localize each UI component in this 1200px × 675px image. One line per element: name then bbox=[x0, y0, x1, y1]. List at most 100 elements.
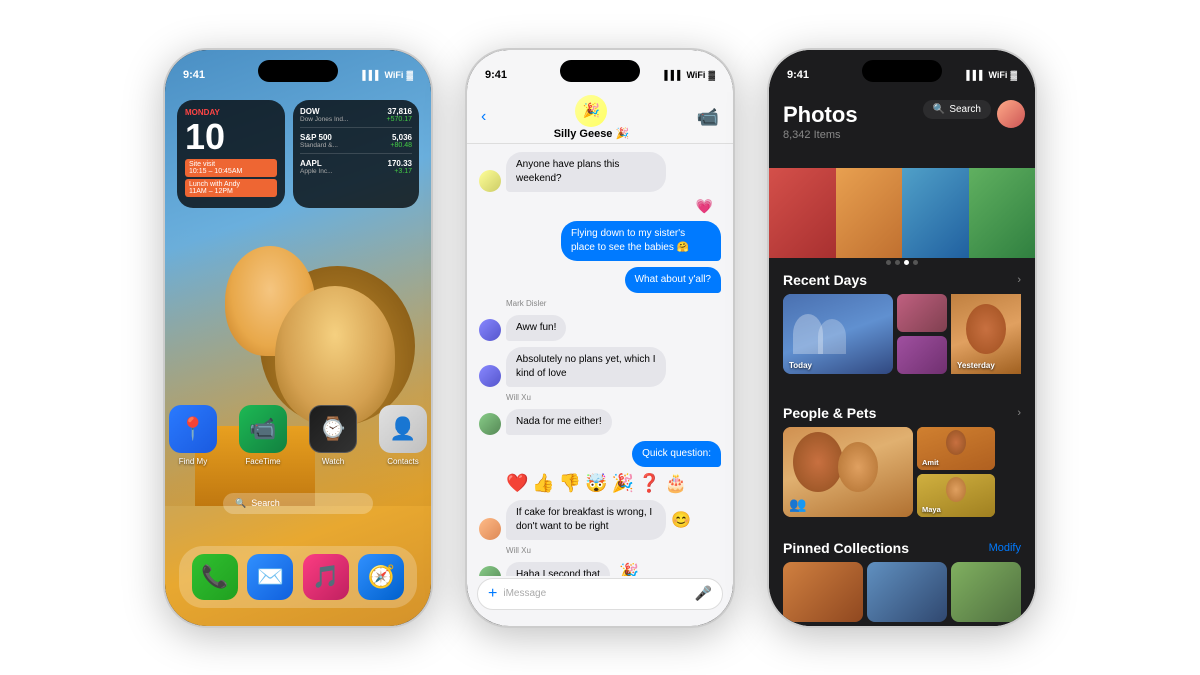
emoji-heart[interactable]: ❤️ bbox=[506, 473, 528, 494]
home-dock: 📞 ✉️ 🎵 🧭 bbox=[179, 546, 417, 608]
photos-search-button[interactable]: 🔍 Search bbox=[923, 100, 991, 119]
dot-1 bbox=[886, 260, 891, 265]
bubble-cake: If cake for breakfast is wrong, I don't … bbox=[506, 500, 666, 540]
message-input-bar[interactable]: + iMessage 🎤 bbox=[477, 578, 723, 610]
emoji-thumbsup[interactable]: 👍 bbox=[532, 473, 554, 494]
calendar-event-2: Lunch with Andy 11AM – 12PM bbox=[185, 179, 277, 197]
person-amit-label: Amit bbox=[922, 458, 939, 467]
wifi-icon: WiFi bbox=[385, 70, 404, 80]
bubble-5: Absolutely no plans yet, which I kind of… bbox=[506, 347, 666, 387]
avatar-1 bbox=[479, 170, 501, 192]
facetime-icon: 📹 bbox=[239, 405, 287, 453]
status-time-messages: 9:41 bbox=[485, 69, 507, 81]
people-pets-arrow[interactable]: › bbox=[1017, 407, 1021, 419]
recent-days-header: Recent Days › bbox=[769, 272, 1035, 288]
app-facetime[interactable]: 📹 FaceTime bbox=[239, 405, 287, 466]
signal-icon: ▌▌▌ bbox=[966, 70, 985, 80]
signal-icon: ▌▌▌ bbox=[362, 70, 381, 80]
group-name: Silly Geese 🎉 bbox=[554, 127, 629, 140]
video-call-button[interactable]: 📹 bbox=[697, 107, 719, 128]
bubble-6: Nada for me either! bbox=[506, 409, 612, 435]
dynamic-island-messages bbox=[560, 60, 640, 82]
recent-days-arrow[interactable]: › bbox=[1017, 274, 1021, 286]
facetime-label: FaceTime bbox=[245, 457, 280, 466]
message-5: Absolutely no plans yet, which I kind of… bbox=[479, 347, 721, 387]
wifi-icon: WiFi bbox=[687, 70, 706, 80]
group-info[interactable]: 🎉 Silly Geese 🎉 bbox=[554, 95, 629, 140]
emoji-question[interactable]: ❓ bbox=[638, 473, 660, 494]
pinned-thumb-1[interactable] bbox=[783, 562, 863, 622]
watch-icon: ⌚ bbox=[309, 405, 357, 453]
search-label: Search bbox=[949, 104, 981, 115]
signal-icon: ▌▌▌ bbox=[664, 70, 683, 80]
person-maya[interactable]: Maya bbox=[917, 474, 995, 517]
bubble-qk: Quick question: bbox=[632, 441, 721, 467]
calendar-event-1: Site visit 10:15 – 10:45AM bbox=[185, 159, 277, 177]
dock-safari[interactable]: 🧭 bbox=[358, 554, 404, 600]
wifi-icon: WiFi bbox=[989, 70, 1008, 80]
microphone-button[interactable]: 🎤 bbox=[695, 585, 712, 602]
pinned-thumb-2[interactable] bbox=[867, 562, 947, 622]
emoji-explode[interactable]: 🤯 bbox=[585, 473, 607, 494]
emoji-party[interactable]: 🎉 bbox=[612, 473, 634, 494]
recent-days-grid: Today Yesterday bbox=[769, 294, 1035, 374]
widget-stocks[interactable]: DOW Dow Jones Ind... 37,816 +570.17 S&P … bbox=[293, 100, 419, 208]
dock-phone[interactable]: 📞 bbox=[192, 554, 238, 600]
back-button[interactable]: ‹ bbox=[481, 108, 486, 126]
widget-calendar[interactable]: MONDAY 10 Site visit 10:15 – 10:45AM Lun… bbox=[177, 100, 285, 208]
dock-mail[interactable]: ✉️ bbox=[247, 554, 293, 600]
emoji-reactions-row: ❤️ 👍 👎 🤯 🎉 ❓ 🎂 bbox=[506, 473, 721, 494]
recent-small-2[interactable] bbox=[897, 336, 947, 374]
message-cake: If cake for breakfast is wrong, I don't … bbox=[479, 500, 721, 540]
dynamic-island-photos bbox=[862, 60, 942, 82]
avatar-will bbox=[479, 413, 501, 435]
battery-icon: ▓ bbox=[1010, 70, 1017, 80]
status-bar-home: 9:41 ▌▌▌ WiFi ▓ bbox=[165, 50, 431, 92]
recent-yesterday[interactable]: Yesterday bbox=[951, 294, 1021, 374]
app-findmy[interactable]: 📍 Find My bbox=[169, 405, 217, 466]
emoji-thumbsdown[interactable]: 👎 bbox=[559, 473, 581, 494]
heart-reaction: 💗 bbox=[479, 198, 713, 215]
people-pets-title: People & Pets bbox=[783, 405, 876, 421]
recent-days-section: Recent Days › Today bbox=[769, 272, 1035, 374]
bubble-2: Flying down to my sister's place to see … bbox=[561, 221, 721, 261]
emoji-cake[interactable]: 🎂 bbox=[665, 473, 687, 494]
widget-row: MONDAY 10 Site visit 10:15 – 10:45AM Lun… bbox=[177, 100, 419, 208]
home-search-bar[interactable]: 🔍 Search bbox=[223, 493, 373, 514]
sender-will: Will Xu bbox=[506, 393, 721, 402]
battery-icon: ▓ bbox=[406, 70, 413, 80]
avatar-cake bbox=[479, 518, 501, 540]
recent-today[interactable]: Today bbox=[783, 294, 893, 374]
pinned-header: Pinned Collections Modify bbox=[769, 540, 1035, 556]
add-attachment-button[interactable]: + bbox=[488, 585, 497, 603]
pinned-modify-button[interactable]: Modify bbox=[989, 542, 1021, 554]
pinned-thumb-3[interactable] bbox=[951, 562, 1021, 622]
findmy-icon: 📍 bbox=[169, 405, 217, 453]
status-time-home: 9:41 bbox=[183, 69, 205, 81]
recent-small-1[interactable] bbox=[897, 294, 947, 332]
person-amit[interactable]: Amit bbox=[917, 427, 995, 470]
stock-row-aapl: AAPL Apple Inc... 170.33 +3.17 bbox=[300, 159, 412, 179]
recent-yesterday-label: Yesterday bbox=[957, 361, 995, 370]
dock-music[interactable]: 🎵 bbox=[303, 554, 349, 600]
recent-today-label: Today bbox=[789, 361, 812, 370]
avatar-mark bbox=[479, 319, 501, 341]
photos-header: Photos 8,342 Items bbox=[769, 92, 1035, 149]
app-watch[interactable]: ⌚ Watch bbox=[309, 405, 357, 466]
status-icons-messages: ▌▌▌ WiFi ▓ bbox=[664, 70, 715, 80]
featured-photo-strip bbox=[769, 168, 1035, 258]
bubble-4: Aww fun! bbox=[506, 315, 566, 341]
message-6: Nada for me either! bbox=[479, 409, 721, 435]
photos-profile-avatar[interactable] bbox=[997, 100, 1025, 128]
party-reaction: 🎉 bbox=[619, 562, 639, 576]
message-input[interactable]: iMessage bbox=[503, 588, 688, 599]
person-maya-label: Maya bbox=[922, 505, 941, 514]
people-pets-section: People & Pets › 👥 Amit bbox=[769, 405, 1035, 517]
sender-mark: Mark Disler bbox=[506, 299, 721, 308]
people-main-photo[interactable]: 👥 bbox=[783, 427, 913, 517]
smile-emoji: 😊 bbox=[671, 510, 691, 530]
app-contacts[interactable]: 👤 Contacts bbox=[379, 405, 427, 466]
bubble-3: What about y'all? bbox=[625, 267, 721, 293]
status-icons-home: ▌▌▌ WiFi ▓ bbox=[362, 70, 413, 80]
messages-header: ‹ 🎉 Silly Geese 🎉 📹 bbox=[467, 92, 733, 144]
